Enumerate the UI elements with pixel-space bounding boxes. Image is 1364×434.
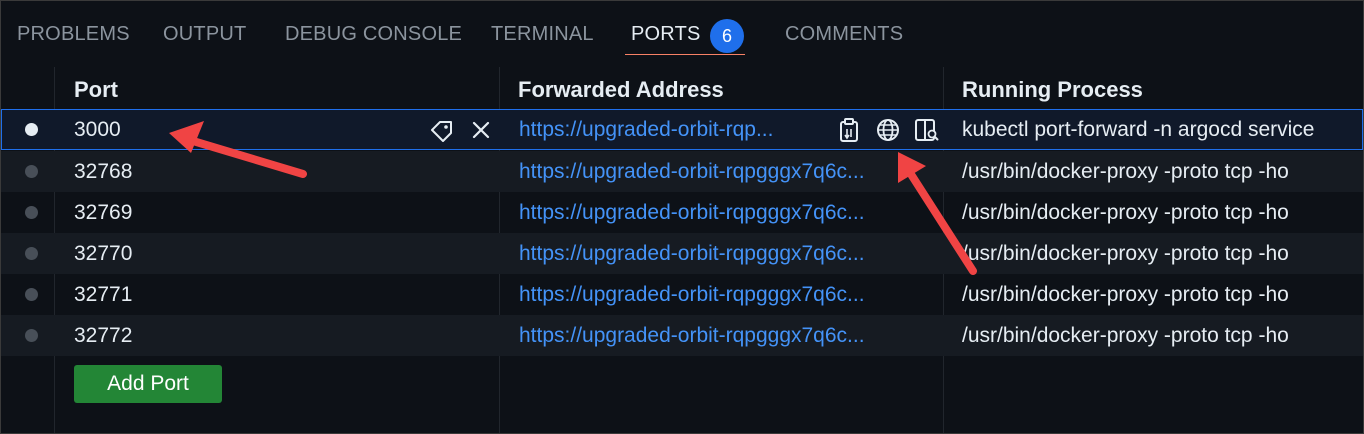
table-row[interactable]: 32772 https://upgraded-orbit-rqpgggx7q6c…: [1, 315, 1363, 356]
port-status-dot: [25, 329, 38, 342]
close-icon[interactable]: [468, 117, 494, 143]
running-process: /usr/bin/docker-proxy -proto tcp -ho: [962, 160, 1289, 183]
port-number: 32769: [74, 201, 133, 224]
port-status-dot: [25, 247, 38, 260]
forwarded-address-link[interactable]: https://upgraded-orbit-rqpgggx7q6c...: [519, 160, 937, 184]
column-header-forwarded-address[interactable]: Forwarded Address: [518, 77, 724, 103]
forwarded-address-link[interactable]: https://upgraded-orbit-rqpgggx7q6c...: [519, 324, 937, 348]
ports-panel: PROBLEMS OUTPUT DEBUG CONSOLE TERMINAL P…: [0, 0, 1364, 434]
add-port-button[interactable]: Add Port: [74, 365, 222, 403]
forwarded-address-link[interactable]: https://upgraded-orbit-rqp...: [519, 118, 831, 142]
port-number: 32772: [74, 324, 133, 347]
running-process: /usr/bin/docker-proxy -proto tcp -ho: [962, 242, 1289, 265]
tab-ports[interactable]: PORTS: [631, 23, 701, 46]
port-status-dot: [25, 165, 38, 178]
active-tab-indicator: [625, 54, 745, 55]
port-status-dot: [25, 288, 38, 301]
panel-tabs: PROBLEMS OUTPUT DEBUG CONSOLE TERMINAL P…: [1, 1, 1363, 61]
port-number: 3000: [74, 118, 121, 141]
tab-debug-console[interactable]: DEBUG CONSOLE: [285, 23, 462, 46]
running-process: /usr/bin/docker-proxy -proto tcp -ho: [962, 201, 1289, 224]
table-row[interactable]: 32768 https://upgraded-orbit-rqpgggx7q6c…: [1, 151, 1363, 192]
port-number: 32768: [74, 160, 133, 183]
open-in-browser-globe-icon[interactable]: [875, 117, 901, 143]
ports-count-badge: 6: [710, 19, 744, 53]
port-status-dot: [25, 206, 38, 219]
table-row[interactable]: 32770 https://upgraded-orbit-rqpgggx7q6c…: [1, 233, 1363, 274]
copy-address-icon[interactable]: [837, 117, 863, 143]
forwarded-address-link[interactable]: https://upgraded-orbit-rqpgggx7q6c...: [519, 283, 937, 307]
tab-terminal[interactable]: TERMINAL: [491, 23, 594, 46]
forwarded-address-link[interactable]: https://upgraded-orbit-rqpgggx7q6c...: [519, 242, 937, 266]
tab-problems[interactable]: PROBLEMS: [17, 23, 130, 46]
column-header-running-process[interactable]: Running Process: [962, 77, 1143, 103]
port-status-dot: [25, 123, 38, 136]
table-row[interactable]: 32769 https://upgraded-orbit-rqpgggx7q6c…: [1, 192, 1363, 233]
port-number: 32770: [74, 242, 133, 265]
forwarded-address-link[interactable]: https://upgraded-orbit-rqpgggx7q6c...: [519, 201, 937, 225]
table-row[interactable]: 32771 https://upgraded-orbit-rqpgggx7q6c…: [1, 274, 1363, 315]
column-header-port[interactable]: Port: [74, 77, 118, 103]
running-process: /usr/bin/docker-proxy -proto tcp -ho: [962, 283, 1289, 306]
ports-table: Port Forwarded Address Running Process 3…: [1, 67, 1363, 433]
preview-in-editor-icon[interactable]: [913, 117, 939, 143]
label-tag-icon[interactable]: [429, 117, 455, 143]
table-row[interactable]: 3000 https://upgraded-orbit-rqp... kubec…: [1, 109, 1363, 150]
tab-comments[interactable]: COMMENTS: [785, 23, 903, 46]
port-number: 32771: [74, 283, 133, 306]
running-process: /usr/bin/docker-proxy -proto tcp -ho: [962, 324, 1289, 347]
running-process: kubectl port-forward -n argocd service: [962, 118, 1315, 141]
tab-output[interactable]: OUTPUT: [163, 23, 246, 46]
